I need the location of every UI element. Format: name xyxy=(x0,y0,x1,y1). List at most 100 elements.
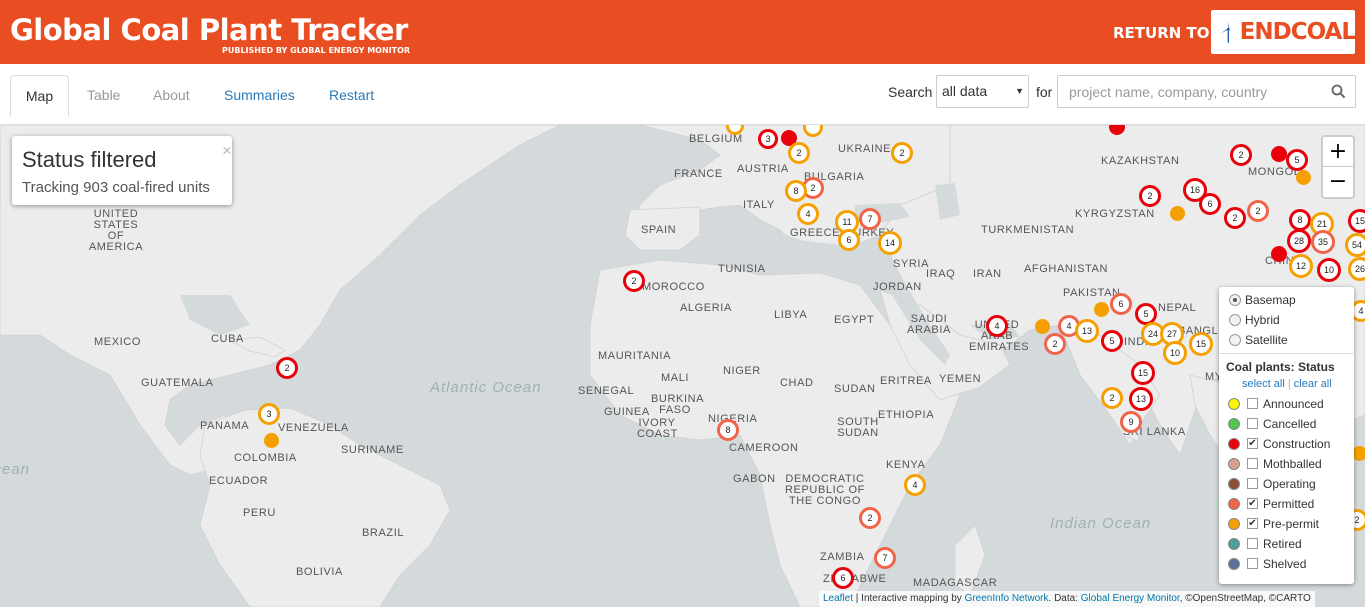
tab-table[interactable]: Table xyxy=(76,75,131,116)
plant-cluster-marker[interactable]: 2 xyxy=(1044,333,1066,355)
plant-cluster-marker[interactable]: 13 xyxy=(1075,319,1099,343)
map-label: AFGHANISTAN xyxy=(1024,263,1109,275)
tab-about[interactable]: About xyxy=(142,75,201,116)
return-to-label: RETURN TO xyxy=(1113,24,1210,42)
plant-cluster-marker[interactable]: 26 xyxy=(1348,257,1365,281)
status-filter-panel: Status filtered Tracking 903 coal-fired … xyxy=(12,136,232,205)
zoom-out-button[interactable]: − xyxy=(1323,167,1353,197)
plant-cluster-marker[interactable]: 2 xyxy=(788,142,810,164)
plant-cluster-marker[interactable]: 5 xyxy=(1101,330,1123,352)
endcoal-logo-text: ENDCOAL xyxy=(1239,19,1356,45)
plant-cluster-marker[interactable]: 2 xyxy=(1101,387,1123,409)
plant-cluster-marker[interactable]: 15 xyxy=(1131,361,1155,385)
status-checkbox[interactable]: ✔ xyxy=(1247,498,1258,509)
plant-cluster-marker[interactable]: 54 xyxy=(1345,233,1365,257)
endcoal-logo-link[interactable]: ENDCOAL xyxy=(1211,10,1356,54)
plant-marker[interactable] xyxy=(1271,146,1287,162)
plant-marker[interactable] xyxy=(1035,319,1050,334)
plant-cluster-marker[interactable]: 12 xyxy=(1289,254,1313,278)
select-all-link[interactable]: select all xyxy=(1242,378,1285,390)
map-label: ECUADOR xyxy=(209,475,269,487)
basemap-option-label: Satellite xyxy=(1245,333,1288,347)
plant-cluster-marker[interactable]: 4 xyxy=(904,474,926,496)
search-icon[interactable] xyxy=(1331,84,1346,99)
status-label: Retired xyxy=(1263,537,1302,551)
gem-link[interactable]: Global Energy Monitor xyxy=(1081,593,1180,604)
status-checkbox[interactable]: ✔ xyxy=(1247,518,1258,529)
greeninfo-link[interactable]: GreenInfo Network xyxy=(965,593,1049,604)
plant-cluster-marker[interactable]: 9 xyxy=(1120,411,1142,433)
tab-summaries[interactable]: Summaries xyxy=(213,75,306,116)
plant-marker[interactable] xyxy=(1094,302,1109,317)
plant-cluster-marker[interactable]: 2 xyxy=(891,142,913,164)
map-label: GABON xyxy=(733,473,776,485)
plant-cluster-marker[interactable]: 8 xyxy=(785,180,807,202)
plant-cluster-marker[interactable]: 6 xyxy=(832,567,854,589)
close-icon[interactable]: × xyxy=(222,142,232,159)
plant-cluster-marker[interactable]: 7 xyxy=(874,547,896,569)
status-checkbox[interactable] xyxy=(1247,398,1258,409)
clear-all-link[interactable]: clear all xyxy=(1294,378,1332,390)
tab-restart[interactable]: Restart xyxy=(318,75,385,116)
plant-cluster-marker[interactable]: 6 xyxy=(1199,193,1221,215)
plant-cluster-marker[interactable]: 2 xyxy=(1230,144,1252,166)
map-label: SPAIN xyxy=(641,224,677,236)
search-input[interactable] xyxy=(1057,75,1356,108)
basemap-option-label: Basemap xyxy=(1245,293,1296,307)
map-label: BRAZIL xyxy=(362,527,405,539)
tab-map[interactable]: Map xyxy=(10,75,69,117)
plant-marker[interactable] xyxy=(264,433,279,448)
plant-cluster-marker[interactable]: 2 xyxy=(1139,185,1161,207)
map-attribution: Leaflet | Interactive mapping by GreenIn… xyxy=(819,591,1315,607)
radio-button[interactable] xyxy=(1229,314,1241,326)
plant-cluster-marker[interactable]: 15 xyxy=(1189,332,1213,356)
status-checkbox[interactable] xyxy=(1247,458,1258,469)
plant-cluster-marker[interactable]: 3 xyxy=(758,129,778,149)
plant-cluster-marker[interactable]: 10 xyxy=(1317,258,1341,282)
plant-cluster-marker[interactable]: 4 xyxy=(797,203,819,225)
plant-cluster-marker[interactable]: 2 xyxy=(276,357,298,379)
attribution-text: , ©OpenStreetMap, ©CARTO xyxy=(1179,593,1311,604)
plant-marker[interactable] xyxy=(1296,170,1311,185)
plant-cluster-marker[interactable]: 3 xyxy=(258,403,280,425)
status-checkbox[interactable] xyxy=(1247,538,1258,549)
plant-cluster-marker[interactable]: 15 xyxy=(1348,209,1365,233)
map-label: MAURITANIA xyxy=(598,350,672,362)
status-checkbox[interactable] xyxy=(1247,418,1258,429)
plant-cluster-marker[interactable]: 35 xyxy=(1311,230,1335,254)
tab-bar: Map Table About Summaries Restart Search… xyxy=(0,64,1365,125)
plant-cluster-marker[interactable]: 8 xyxy=(717,419,739,441)
status-color-swatch xyxy=(1228,498,1240,510)
plant-cluster-marker[interactable]: 13 xyxy=(1129,387,1153,411)
plant-cluster-marker[interactable]: 4 xyxy=(986,315,1008,337)
plant-cluster-marker[interactable]: 8 xyxy=(1289,209,1311,231)
plant-cluster-marker[interactable]: 5 xyxy=(1286,149,1308,171)
radio-button[interactable] xyxy=(1229,294,1241,306)
plant-cluster-marker[interactable]: 7 xyxy=(859,208,881,230)
radio-button[interactable] xyxy=(1229,334,1241,346)
map-label: MEXICO xyxy=(94,336,141,348)
plant-cluster-marker[interactable]: 2 xyxy=(1247,200,1269,222)
map-label: PERU xyxy=(243,507,276,519)
plant-marker[interactable] xyxy=(1170,206,1185,221)
plant-cluster-marker[interactable]: 28 xyxy=(1287,229,1311,253)
plant-cluster-marker[interactable]: 2 xyxy=(859,507,881,529)
plant-marker[interactable] xyxy=(1271,246,1287,262)
map-label: CUBA xyxy=(211,333,244,345)
plant-cluster-marker[interactable]: 6 xyxy=(838,229,860,251)
status-checkbox[interactable] xyxy=(1247,478,1258,489)
search-scope-select[interactable]: all data ▼ xyxy=(936,75,1029,108)
status-checkbox[interactable] xyxy=(1247,558,1258,569)
map-label: SENEGAL xyxy=(578,385,635,397)
plant-cluster-marker[interactable]: 2 xyxy=(623,270,645,292)
plant-cluster-marker[interactable]: 6 xyxy=(1110,293,1132,315)
leaflet-link[interactable]: Leaflet xyxy=(823,593,853,604)
status-checkbox[interactable]: ✔ xyxy=(1247,438,1258,449)
status-label: Construction xyxy=(1263,437,1331,451)
map-label: KENYA xyxy=(886,459,926,471)
plant-cluster-marker[interactable]: 2 xyxy=(1224,207,1246,229)
plant-cluster-marker[interactable]: 14 xyxy=(878,231,902,255)
plant-cluster-marker[interactable]: 10 xyxy=(1163,341,1187,365)
publisher-subtitle: PUBLISHED BY GLOBAL ENERGY MONITOR xyxy=(222,46,411,55)
zoom-in-button[interactable]: + xyxy=(1323,137,1353,167)
